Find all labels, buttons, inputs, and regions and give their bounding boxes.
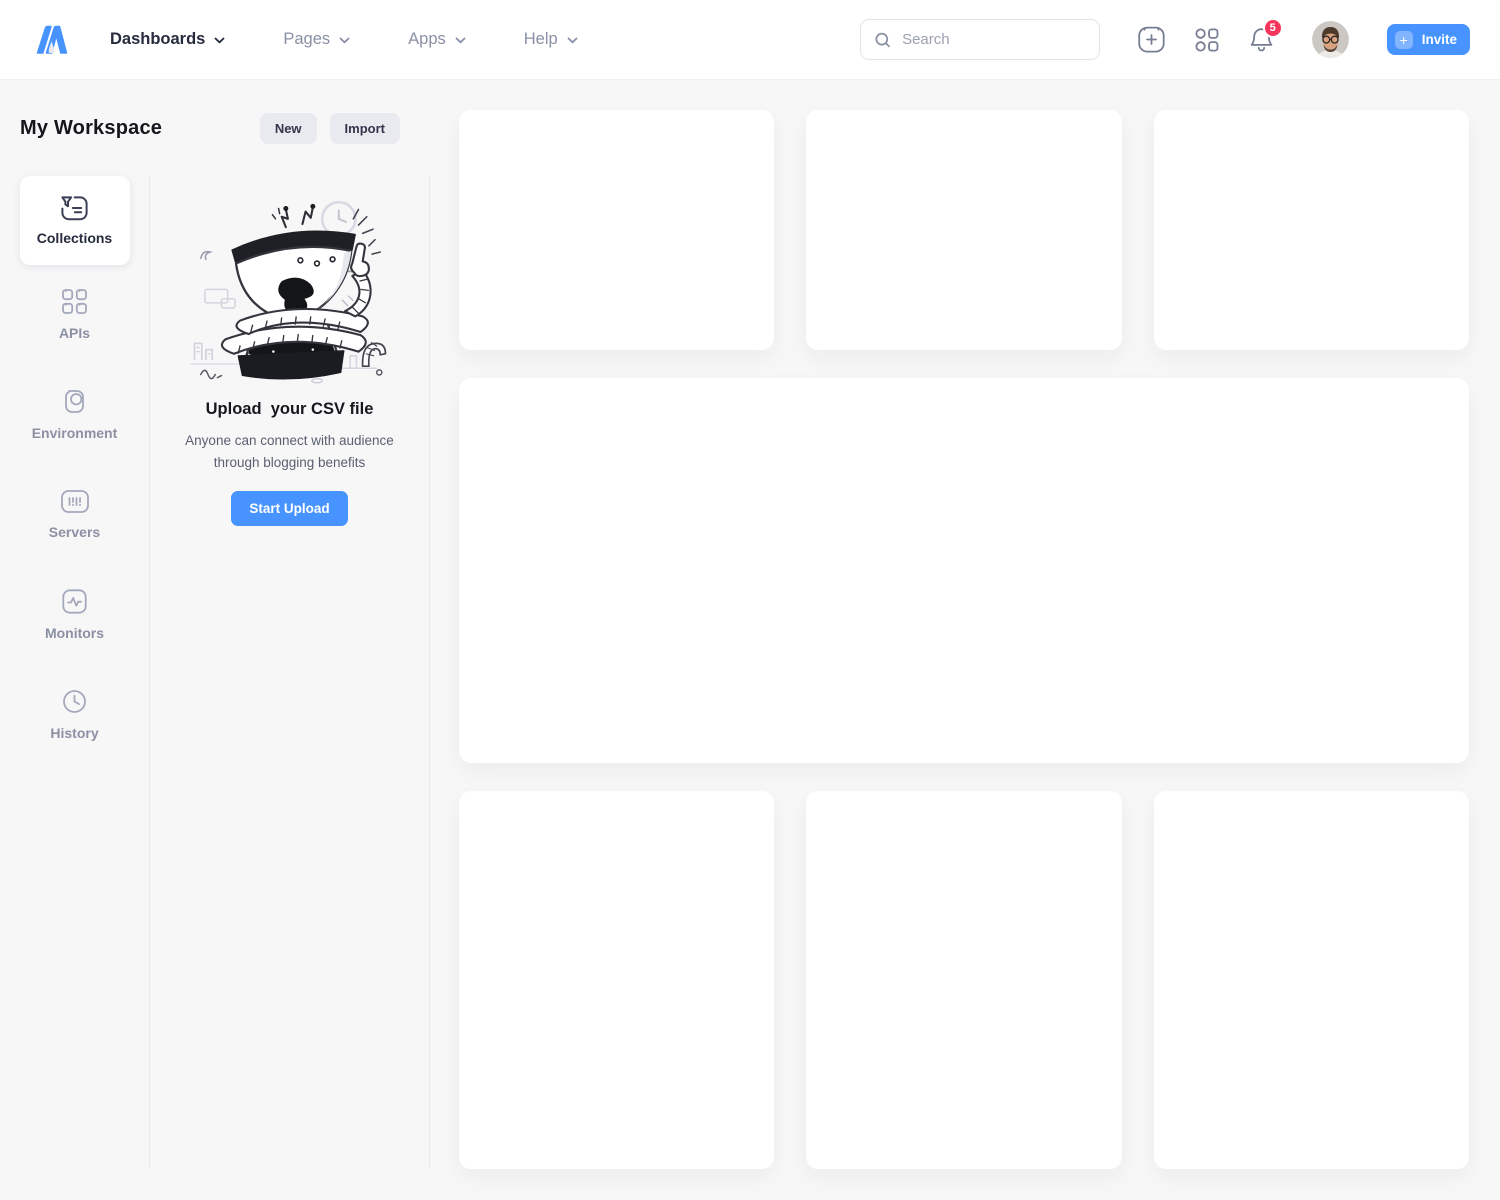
apps-grid-icon — [1195, 28, 1219, 52]
app-window: Dashboards Pages Apps Help — [0, 0, 1500, 1200]
search-box[interactable] — [860, 19, 1100, 60]
nav-item-dashboards[interactable]: Dashboards — [110, 30, 225, 49]
start-upload-button[interactable]: Start Upload — [231, 491, 347, 526]
placeholder-card-3 — [1154, 110, 1469, 350]
placeholder-card-6 — [806, 791, 1121, 1169]
nav-label: Pages — [283, 30, 330, 49]
sidebar-item-label: History — [50, 725, 98, 741]
invite-button[interactable]: + Invite — [1387, 24, 1470, 55]
monitors-icon — [62, 589, 87, 614]
placeholder-card-wide — [459, 378, 1469, 763]
nav-label: Apps — [408, 30, 446, 49]
hourglass-illustration — [186, 196, 394, 388]
content-area — [430, 80, 1500, 1200]
servers-icon — [61, 490, 89, 513]
apis-icon — [62, 289, 87, 314]
chevron-down-icon — [339, 37, 350, 44]
nav-label: Help — [524, 30, 558, 49]
sidebar-item-environment[interactable]: Environment — [0, 365, 150, 465]
chevron-down-icon — [455, 37, 466, 44]
placeholder-card-7 — [1154, 791, 1469, 1169]
upload-subtitle-line2: through blogging benefits — [214, 455, 366, 470]
avatar-image — [1312, 21, 1349, 58]
workspace-title: My Workspace — [20, 117, 162, 140]
chevron-down-icon — [214, 37, 225, 44]
sidebar-item-collections[interactable]: Collections — [20, 176, 130, 265]
sidebar-item-label: Collections — [37, 230, 112, 246]
notifications-button[interactable]: 5 — [1249, 26, 1274, 53]
search-input[interactable] — [902, 31, 1086, 48]
placeholder-card-5 — [459, 791, 774, 1169]
brand-logo-icon[interactable] — [30, 20, 70, 60]
placeholder-card-1 — [459, 110, 774, 350]
sidebar-item-history[interactable]: History — [0, 665, 150, 765]
sidebar-item-label: Servers — [49, 524, 100, 540]
upload-subtitle-line1: Anyone can connect with audience — [185, 433, 394, 448]
chevron-down-icon — [567, 37, 578, 44]
placeholder-card-2 — [806, 110, 1121, 350]
header-icon-group: 5 — [1138, 26, 1274, 53]
workspace-header: My Workspace New Import — [0, 80, 430, 176]
nav-item-help[interactable]: Help — [524, 30, 578, 49]
import-button[interactable]: Import — [330, 113, 400, 144]
sidebar-item-servers[interactable]: Servers — [0, 465, 150, 565]
history-icon — [62, 689, 87, 714]
avatar[interactable] — [1312, 21, 1349, 58]
invite-label: Invite — [1422, 32, 1457, 47]
nav-item-apps[interactable]: Apps — [408, 30, 466, 49]
sidebar-item-apis[interactable]: APIs — [0, 265, 150, 365]
upload-title: Upload your CSV file — [206, 400, 374, 419]
search-icon — [874, 30, 891, 50]
nav-item-pages[interactable]: Pages — [283, 30, 350, 49]
sidebar-item-label: APIs — [59, 325, 90, 341]
plus-icon: + — [1395, 31, 1413, 49]
add-icon — [1138, 26, 1165, 53]
sidebar-item-monitors[interactable]: Monitors — [0, 565, 150, 665]
collections-icon — [61, 196, 88, 221]
apps-grid-button[interactable] — [1195, 28, 1219, 52]
new-button[interactable]: New — [260, 113, 317, 144]
upload-subtitle: Anyone can connect with audience through… — [174, 430, 406, 474]
sidebar-item-label: Environment — [32, 425, 118, 441]
notification-badge: 5 — [1263, 18, 1283, 38]
left-section: My Workspace New Import Collection — [0, 80, 430, 1200]
card-grid — [459, 110, 1469, 1169]
add-button[interactable] — [1138, 26, 1165, 53]
upload-panel: Upload your CSV file Anyone can connect … — [150, 176, 430, 1168]
environment-icon — [62, 389, 87, 414]
nav-label: Dashboards — [110, 30, 205, 49]
sidebar-item-label: Monitors — [45, 625, 104, 641]
sidebar-rail: Collections APIs — [0, 176, 150, 1168]
top-header: Dashboards Pages Apps Help — [0, 0, 1500, 80]
main-nav: Dashboards Pages Apps Help — [110, 30, 578, 49]
